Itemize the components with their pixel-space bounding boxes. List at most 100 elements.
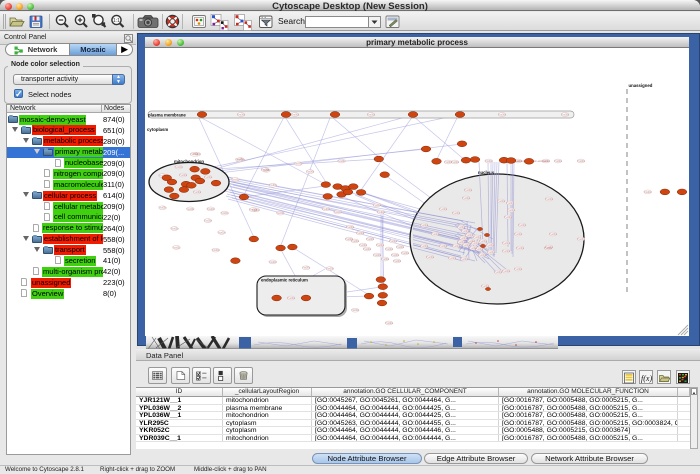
- svg-text:Yxx00x: Yxx00x: [420, 245, 429, 248]
- svg-text:Yxx00x: Yxx00x: [334, 211, 343, 214]
- svg-text:plasma membrane: plasma membrane: [148, 113, 186, 118]
- svg-text:Yxx00x: Yxx00x: [507, 209, 516, 212]
- svg-text:Yxx00x: Yxx00x: [269, 261, 278, 264]
- svg-text:Yxx00x: Yxx00x: [269, 184, 278, 187]
- svg-text:Yxx00x: Yxx00x: [306, 171, 315, 174]
- svg-text:Yxx00x: Yxx00x: [190, 153, 199, 156]
- svg-text:Yxx00x: Yxx00x: [391, 254, 400, 257]
- svg-text:endoplasmic reticulum: endoplasmic reticulum: [261, 278, 308, 283]
- svg-text:Yxx00x: Yxx00x: [276, 212, 285, 215]
- svg-text:Yxx00x: Yxx00x: [385, 322, 394, 325]
- svg-text:Yxx00x: Yxx00x: [464, 189, 473, 192]
- svg-text:Yxx00x: Yxx00x: [291, 113, 300, 116]
- svg-text:Yxx00x: Yxx00x: [545, 198, 554, 201]
- svg-text:Yxx00x: Yxx00x: [431, 233, 440, 236]
- svg-text:Yxx00x: Yxx00x: [396, 246, 405, 249]
- svg-text:Yxx00x: Yxx00x: [359, 244, 368, 247]
- svg-text:Yxx00x: Yxx00x: [326, 268, 335, 271]
- svg-text:Yxx00x: Yxx00x: [451, 161, 460, 164]
- svg-text:Yxx00x: Yxx00x: [462, 197, 471, 200]
- svg-text:Yxx00x: Yxx00x: [175, 166, 184, 169]
- svg-text:f(x): f(x): [641, 374, 652, 383]
- svg-text:Yxx00x: Yxx00x: [338, 160, 347, 163]
- svg-text:Yxx00x: Yxx00x: [426, 256, 435, 259]
- svg-text:mitochondrion: mitochondrion: [174, 159, 204, 164]
- svg-text:Yxx00x: Yxx00x: [473, 236, 482, 239]
- svg-text:Yxx00x: Yxx00x: [377, 211, 386, 214]
- svg-text:Yxx00x: Yxx00x: [452, 245, 461, 248]
- svg-text:Yxx00x: Yxx00x: [172, 246, 181, 249]
- svg-text:Yxx00x: Yxx00x: [460, 258, 469, 261]
- svg-text:cytoplasm: cytoplasm: [147, 127, 168, 132]
- svg-text:Yxx00x: Yxx00x: [514, 233, 523, 236]
- svg-text:Yxx00x: Yxx00x: [577, 238, 586, 241]
- svg-text:Yxx00x: Yxx00x: [389, 240, 398, 243]
- svg-text:Yxx00x: Yxx00x: [363, 248, 372, 251]
- svg-text:Yxx00x: Yxx00x: [385, 248, 394, 251]
- svg-text:Yxx00x: Yxx00x: [506, 202, 515, 205]
- svg-text:Yxx00x: Yxx00x: [644, 191, 653, 194]
- svg-text:Yxx00x: Yxx00x: [207, 208, 216, 211]
- svg-text:Yxx00x: Yxx00x: [367, 113, 376, 116]
- svg-text:Yxx00x: Yxx00x: [452, 212, 461, 215]
- svg-text:Yxx00x: Yxx00x: [401, 252, 410, 255]
- svg-text:Yxx00x: Yxx00x: [302, 267, 311, 270]
- svg-text:Yxx00x: Yxx00x: [448, 257, 457, 260]
- svg-text:Yxx00x: Yxx00x: [204, 220, 213, 223]
- svg-text:Yxx00x: Yxx00x: [494, 271, 503, 274]
- svg-text:Yxx00x: Yxx00x: [221, 212, 230, 215]
- svg-text:Yxx00x: Yxx00x: [518, 224, 527, 227]
- svg-text:Yxx00x: Yxx00x: [231, 178, 240, 181]
- svg-text:Yxx00x: Yxx00x: [497, 200, 506, 203]
- svg-text:Yxx00x: Yxx00x: [351, 240, 360, 243]
- svg-text:Yxx00x: Yxx00x: [545, 246, 554, 249]
- svg-text:Yxx00x: Yxx00x: [186, 208, 195, 211]
- svg-text:Yxx00x: Yxx00x: [346, 226, 355, 229]
- svg-text:Yxx00x: Yxx00x: [439, 245, 448, 248]
- svg-text:Yxx00x: Yxx00x: [366, 238, 375, 241]
- svg-text:Yxx00x: Yxx00x: [478, 254, 487, 257]
- svg-text:Yxx00x: Yxx00x: [204, 176, 213, 179]
- svg-text:Yxx00x: Yxx00x: [179, 174, 188, 177]
- svg-text:Yxx00x: Yxx00x: [420, 224, 429, 227]
- svg-text:Yxx00x: Yxx00x: [457, 226, 466, 229]
- svg-text:Yxx00x: Yxx00x: [212, 249, 221, 252]
- svg-text:Yxx00x: Yxx00x: [487, 251, 496, 254]
- svg-text:Yxx00x: Yxx00x: [287, 297, 296, 300]
- svg-text:Yxx00x: Yxx00x: [218, 231, 227, 234]
- svg-text:Yxx00x: Yxx00x: [249, 209, 258, 212]
- svg-text:Yxx00x: Yxx00x: [479, 240, 488, 243]
- svg-text:Yxx00x: Yxx00x: [261, 169, 270, 172]
- svg-text:Yxx00x: Yxx00x: [504, 216, 513, 219]
- svg-text:Yxx00x: Yxx00x: [237, 113, 246, 116]
- svg-text:Yxx00x: Yxx00x: [549, 233, 558, 236]
- svg-text:Yxx00x: Yxx00x: [322, 208, 331, 211]
- svg-text:Yxx00x: Yxx00x: [356, 232, 365, 235]
- svg-text:Yxx00x: Yxx00x: [554, 160, 563, 163]
- svg-text:Search:: Search:: [278, 16, 307, 26]
- svg-text:nucleus: nucleus: [478, 170, 495, 175]
- svg-text:Yxx00x: Yxx00x: [171, 227, 180, 230]
- svg-text:Yxx00x: Yxx00x: [502, 270, 511, 273]
- svg-text:Yxx00x: Yxx00x: [381, 258, 390, 261]
- svg-text:Yxx00x: Yxx00x: [516, 247, 525, 250]
- svg-text:Yxx00x: Yxx00x: [193, 191, 202, 194]
- svg-text:Yxx00x: Yxx00x: [577, 160, 586, 163]
- svg-text:Yxx00x: Yxx00x: [235, 159, 244, 162]
- svg-text:Yxx00x: Yxx00x: [475, 248, 484, 251]
- svg-text:Yxx00x: Yxx00x: [373, 204, 382, 207]
- svg-text:Yxx00x: Yxx00x: [159, 207, 168, 210]
- svg-text:Yxx00x: Yxx00x: [502, 250, 511, 253]
- svg-text:Yxx00x: Yxx00x: [561, 113, 570, 116]
- svg-text:Yxx00x: Yxx00x: [461, 230, 470, 233]
- svg-text:Yxx00x: Yxx00x: [373, 254, 382, 257]
- svg-text:Yxx00x: Yxx00x: [457, 241, 466, 244]
- svg-text:unassigned: unassigned: [629, 83, 653, 88]
- svg-text:1:1: 1:1: [113, 18, 120, 24]
- svg-text:Yxx00x: Yxx00x: [485, 160, 494, 163]
- svg-text:Yxx00x: Yxx00x: [498, 113, 507, 116]
- svg-text:Yxx00x: Yxx00x: [514, 268, 523, 271]
- svg-text:Yxx00x: Yxx00x: [486, 244, 495, 247]
- svg-text:Yxx00x: Yxx00x: [439, 208, 448, 211]
- svg-text:Yxx00x: Yxx00x: [393, 260, 402, 263]
